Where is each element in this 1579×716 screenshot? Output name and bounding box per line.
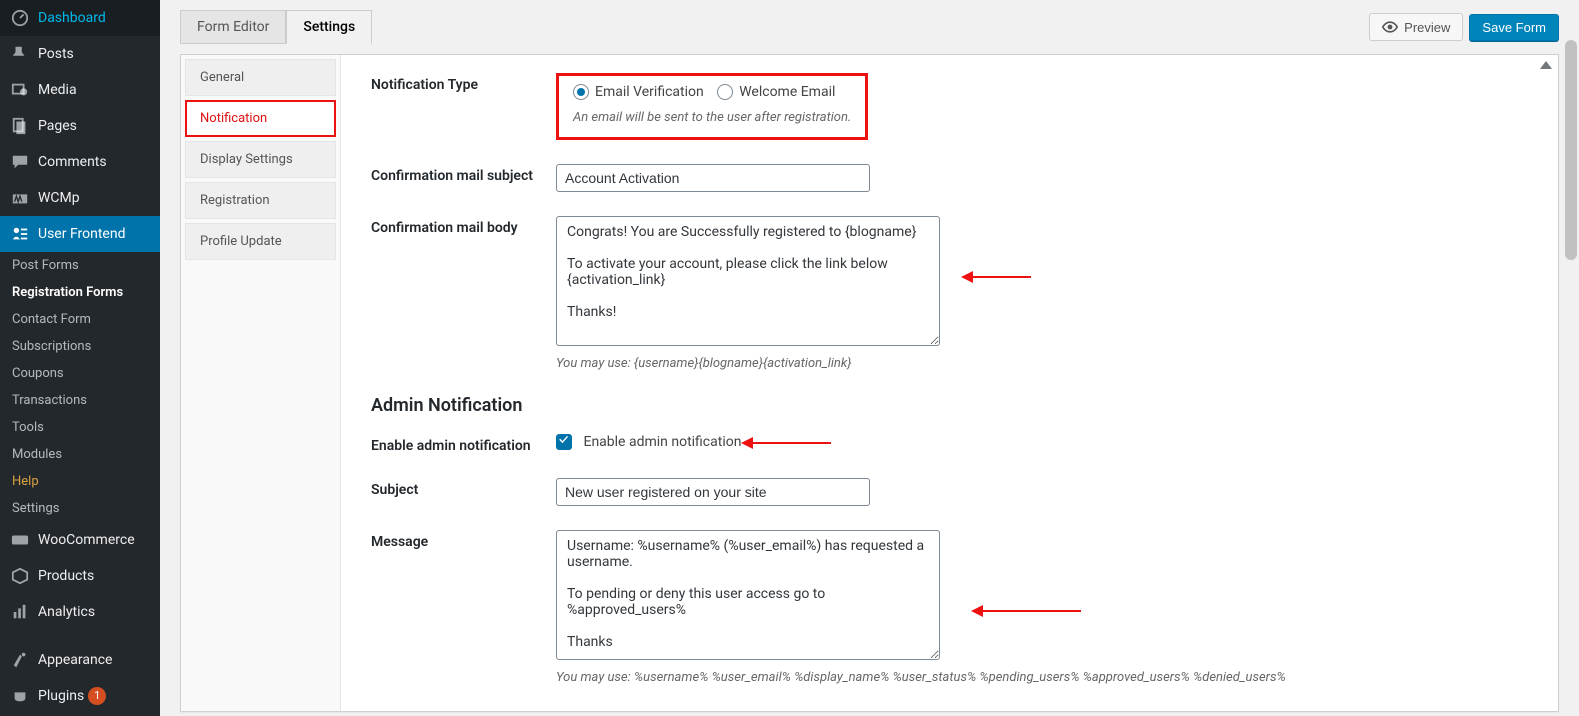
- sub-item-settings[interactable]: Settings: [0, 495, 160, 522]
- side-tab-notification[interactable]: Notification: [185, 100, 336, 137]
- annotation-arrow: [981, 610, 1081, 612]
- sidebar-item-pages[interactable]: Pages: [0, 108, 160, 144]
- enable-admin-label: Enable admin notification: [371, 434, 556, 454]
- confirmation-body-label: Confirmation mail body: [371, 216, 556, 236]
- admin-notification-heading: Admin Notification: [371, 395, 1528, 416]
- radio-label: Welcome Email: [739, 84, 835, 100]
- sidebar-item-woocommerce[interactable]: WooCommerce: [0, 522, 160, 558]
- eye-icon: [1382, 19, 1398, 35]
- radio-email-verification[interactable]: Email Verification: [573, 84, 704, 100]
- menu-label: User Frontend: [38, 226, 125, 242]
- pin-icon: [10, 44, 30, 64]
- radio-label: Email Verification: [595, 84, 704, 100]
- sidebar-item-analytics[interactable]: Analytics: [0, 594, 160, 630]
- side-tab-display-settings[interactable]: Display Settings: [185, 141, 336, 178]
- notification-type-label: Notification Type: [371, 73, 556, 93]
- user-frontend-icon: [10, 224, 30, 244]
- radio-input[interactable]: [717, 84, 733, 100]
- menu-label: Analytics: [38, 604, 95, 620]
- comment-icon: [10, 152, 30, 172]
- annotation-arrow: [971, 276, 1031, 278]
- sub-item-transactions[interactable]: Transactions: [0, 387, 160, 414]
- annotation-arrow: [751, 442, 831, 444]
- admin-subject-label: Subject: [371, 478, 556, 498]
- wcmp-icon: [10, 188, 30, 208]
- confirmation-subject-input[interactable]: [556, 164, 870, 192]
- sidebar-item-dashboard[interactable]: Dashboard: [0, 0, 160, 36]
- menu-label: Plugins: [38, 688, 84, 704]
- scrollbar-thumb[interactable]: [1565, 40, 1577, 260]
- menu-label: Dashboard: [38, 10, 106, 26]
- admin-message-textarea[interactable]: [556, 530, 940, 660]
- sidebar-item-user-frontend[interactable]: User Frontend: [0, 216, 160, 252]
- dashboard-icon: [10, 8, 30, 28]
- button-label: Preview: [1404, 20, 1450, 35]
- menu-label: Products: [38, 568, 94, 584]
- sidebar-item-posts[interactable]: Posts: [0, 36, 160, 72]
- admin-subject-input[interactable]: [556, 478, 870, 506]
- woocommerce-icon: [10, 530, 30, 550]
- page-icon: [10, 116, 30, 136]
- sub-item-subscriptions[interactable]: Subscriptions: [0, 333, 160, 360]
- preview-button[interactable]: Preview: [1369, 13, 1463, 41]
- sidebar-item-comments[interactable]: Comments: [0, 144, 160, 180]
- enable-admin-checkbox-wrap[interactable]: Enable admin notification: [556, 434, 741, 450]
- admin-message-label: Message: [371, 530, 556, 550]
- radio-input[interactable]: [573, 84, 589, 100]
- side-tab-registration[interactable]: Registration: [185, 182, 336, 219]
- vertical-scrollbar[interactable]: [1563, 0, 1579, 716]
- confirmation-body-hint: You may use: {username}{blogname}{activa…: [556, 356, 1528, 371]
- menu-label: WooCommerce: [38, 532, 135, 548]
- menu-label: Comments: [38, 154, 107, 170]
- save-form-button[interactable]: Save Form: [1469, 14, 1559, 41]
- plugins-badge: 1: [88, 687, 106, 705]
- admin-sidebar: Dashboard Posts Media Pages Comments WCM…: [0, 0, 160, 716]
- sidebar-item-plugins[interactable]: Plugins 1: [0, 678, 160, 714]
- appearance-icon: [10, 650, 30, 670]
- confirmation-body-textarea[interactable]: [556, 216, 940, 346]
- sub-item-post-forms[interactable]: Post Forms: [0, 252, 160, 279]
- media-icon: [10, 80, 30, 100]
- sub-item-coupons[interactable]: Coupons: [0, 360, 160, 387]
- sub-item-help[interactable]: Help: [0, 468, 160, 495]
- admin-message-hint: You may use: %username% %user_email% %di…: [556, 670, 1528, 685]
- settings-panel: General Notification Display Settings Re…: [180, 54, 1559, 712]
- menu-label: Pages: [38, 118, 77, 134]
- menu-separator: [0, 630, 160, 642]
- main-tabs: Form Editor Settings: [180, 10, 372, 44]
- notification-type-highlight-box: Email Verification Welcome Email An emai…: [556, 73, 868, 140]
- analytics-icon: [10, 602, 30, 622]
- side-tab-general[interactable]: General: [185, 59, 336, 96]
- checkbox-label: Enable admin notification: [583, 434, 741, 450]
- sub-item-contact-form[interactable]: Contact Form: [0, 306, 160, 333]
- sidebar-item-products[interactable]: Products: [0, 558, 160, 594]
- menu-label: Appearance: [38, 652, 112, 668]
- sidebar-item-appearance[interactable]: Appearance: [0, 642, 160, 678]
- tab-form-editor[interactable]: Form Editor: [180, 10, 286, 44]
- menu-label: Posts: [38, 46, 74, 62]
- radio-welcome-email[interactable]: Welcome Email: [717, 84, 835, 100]
- sub-item-registration-forms[interactable]: Registration Forms: [0, 279, 160, 306]
- side-tab-profile-update[interactable]: Profile Update: [185, 223, 336, 260]
- tab-settings[interactable]: Settings: [286, 10, 372, 44]
- content-area: Form Editor Settings Preview Save Form G…: [160, 0, 1579, 712]
- toolbar: Form Editor Settings Preview Save Form: [180, 0, 1559, 54]
- notification-type-desc: An email will be sent to the user after …: [573, 110, 851, 125]
- sub-item-tools[interactable]: Tools: [0, 414, 160, 441]
- products-icon: [10, 566, 30, 586]
- settings-form: Notification Type Email Verification Wel…: [341, 55, 1558, 711]
- confirmation-subject-label: Confirmation mail subject: [371, 164, 556, 184]
- sub-item-modules[interactable]: Modules: [0, 441, 160, 468]
- plugins-icon: [10, 686, 30, 706]
- sidebar-item-wcmp[interactable]: WCMp: [0, 180, 160, 216]
- menu-label: WCMp: [38, 190, 80, 206]
- settings-side-tabs: General Notification Display Settings Re…: [181, 55, 341, 711]
- sidebar-item-media[interactable]: Media: [0, 72, 160, 108]
- enable-admin-checkbox[interactable]: [556, 434, 572, 450]
- menu-label: Media: [38, 82, 77, 98]
